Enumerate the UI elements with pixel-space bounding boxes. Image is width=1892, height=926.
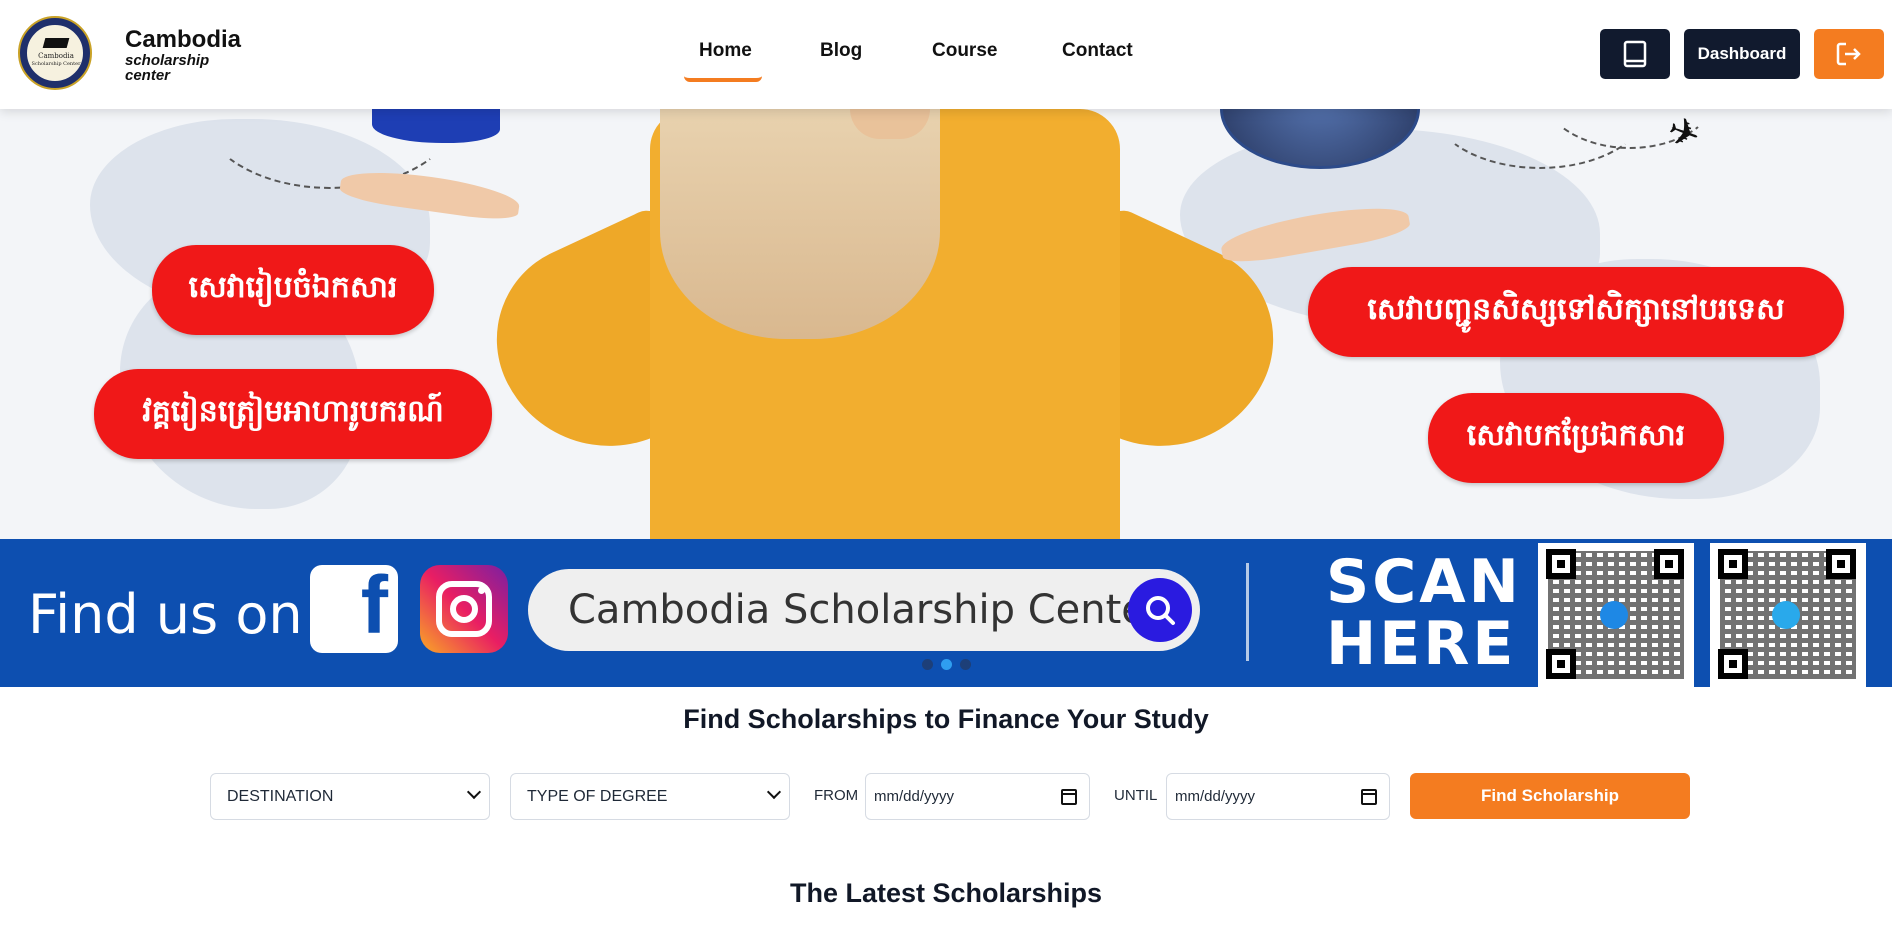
- banner-search-pill: Cambodia Scholarship Center: [528, 569, 1200, 651]
- search-icon: [1128, 578, 1192, 642]
- chevron-down-icon: [466, 784, 482, 800]
- qr-finder: [1718, 549, 1748, 579]
- until-date-input[interactable]: mm/dd/yyyy: [1166, 773, 1390, 820]
- service-pill: សេវារៀបចំឯកសារ: [152, 245, 434, 335]
- qr-finder: [1826, 549, 1856, 579]
- logout-icon: [1836, 42, 1861, 66]
- scan-line-1: SCAN: [1326, 547, 1522, 617]
- logo-seal[interactable]: Cambodia Scholarship Center: [18, 16, 92, 90]
- social-band: Find us on f Cambodia Scholarship Center…: [0, 539, 1892, 687]
- site-header: Cambodia Scholarship Center Cambodia sch…: [0, 0, 1892, 109]
- find-scholarship-button[interactable]: Find Scholarship: [1410, 773, 1690, 819]
- dashboard-button[interactable]: Dashboard: [1684, 29, 1800, 79]
- book-icon: [1623, 40, 1647, 68]
- banner-search-text: Cambodia Scholarship Center: [568, 587, 1163, 633]
- destination-select[interactable]: DESTINATION: [210, 773, 490, 820]
- divider: [1246, 563, 1249, 661]
- service-pill: វគ្គរៀនត្រៀមអាហារូបករណ៍: [94, 369, 492, 459]
- telegram-icon: [1772, 601, 1800, 629]
- logout-button[interactable]: [1814, 29, 1884, 79]
- courses-book-button[interactable]: [1600, 29, 1670, 79]
- degree-select-value: TYPE OF DEGREE: [527, 787, 668, 805]
- woman-figure: [465, 109, 1305, 539]
- scan-line-2: HERE: [1326, 609, 1517, 679]
- carousel-dots: [922, 659, 971, 670]
- brand-name[interactable]: Cambodia: [125, 26, 241, 54]
- instagram-dot: [478, 587, 485, 594]
- search-section-title: Find Scholarships to Finance Your Study: [683, 704, 1209, 734]
- latest-scholarships-title: The Latest Scholarships: [789, 878, 1103, 908]
- nav-contact[interactable]: Contact: [1062, 40, 1133, 62]
- instagram-icon[interactable]: [420, 565, 508, 653]
- service-pill: សេវាបកប្រែឯកសារ: [1428, 393, 1724, 483]
- from-date-placeholder: mm/dd/yyyy: [874, 788, 955, 805]
- until-label: UNTIL: [1114, 787, 1158, 804]
- until-date-placeholder: mm/dd/yyyy: [1175, 788, 1256, 805]
- instagram-lens: [450, 595, 478, 623]
- destination-select-value: DESTINATION: [227, 787, 334, 805]
- scan-here-text: SCAN HERE: [1326, 547, 1522, 679]
- calendar-icon[interactable]: [1361, 789, 1377, 805]
- carousel-dot[interactable]: [960, 659, 971, 670]
- service-pill: សេវាបញ្ជូនសិស្សទៅសិក្សានៅបរទេស: [1308, 267, 1844, 357]
- graduation-cap-icon: [42, 38, 70, 48]
- qr-finder: [1546, 549, 1576, 579]
- telegram-qr-code[interactable]: [1710, 543, 1866, 687]
- seal-text: Cambodia: [38, 52, 74, 60]
- carousel-dot[interactable]: [922, 659, 933, 670]
- degree-type-select[interactable]: TYPE OF DEGREE: [510, 773, 790, 820]
- messenger-icon: [1600, 601, 1628, 629]
- qr-finder: [1718, 649, 1748, 679]
- carousel-dot-active[interactable]: [941, 659, 952, 670]
- hero-banner[interactable]: ✈ សេវារៀបចំឯកសារ វគ្គរៀនត្រៀមអាហារូបករណ៍…: [0, 109, 1892, 539]
- calendar-icon[interactable]: [1061, 789, 1077, 805]
- messenger-qr-code[interactable]: [1538, 543, 1694, 687]
- from-date-input[interactable]: mm/dd/yyyy: [865, 773, 1090, 820]
- nav-blog[interactable]: Blog: [820, 40, 862, 62]
- brand-subtitle-2: center: [125, 67, 171, 84]
- chevron-down-icon: [766, 784, 782, 800]
- qr-finder: [1654, 549, 1684, 579]
- nav-active-indicator: [684, 76, 762, 82]
- qr-finder: [1546, 649, 1576, 679]
- nav-course[interactable]: Course: [932, 40, 997, 62]
- nav-home[interactable]: Home: [699, 40, 752, 62]
- logo-seal-inner: Cambodia Scholarship Center: [26, 24, 84, 82]
- from-label: FROM: [814, 787, 859, 804]
- find-us-text: Find us on: [28, 583, 303, 646]
- seal-subtext: Scholarship Center: [31, 61, 81, 67]
- hair: [660, 109, 940, 339]
- facebook-icon[interactable]: f: [310, 565, 398, 653]
